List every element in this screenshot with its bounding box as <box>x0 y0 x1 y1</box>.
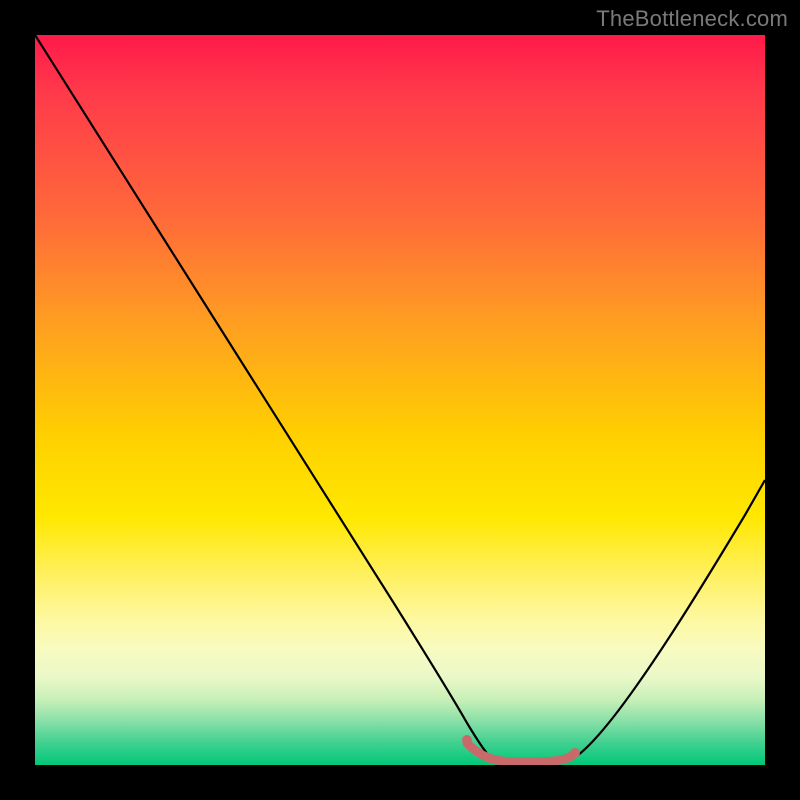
highlight-segment <box>462 735 580 762</box>
curve-layer <box>35 35 765 765</box>
chart-frame: TheBottleneck.com <box>0 0 800 800</box>
plot-area <box>35 35 765 765</box>
bottleneck-curve <box>35 35 765 762</box>
watermark-text: TheBottleneck.com <box>596 6 788 32</box>
